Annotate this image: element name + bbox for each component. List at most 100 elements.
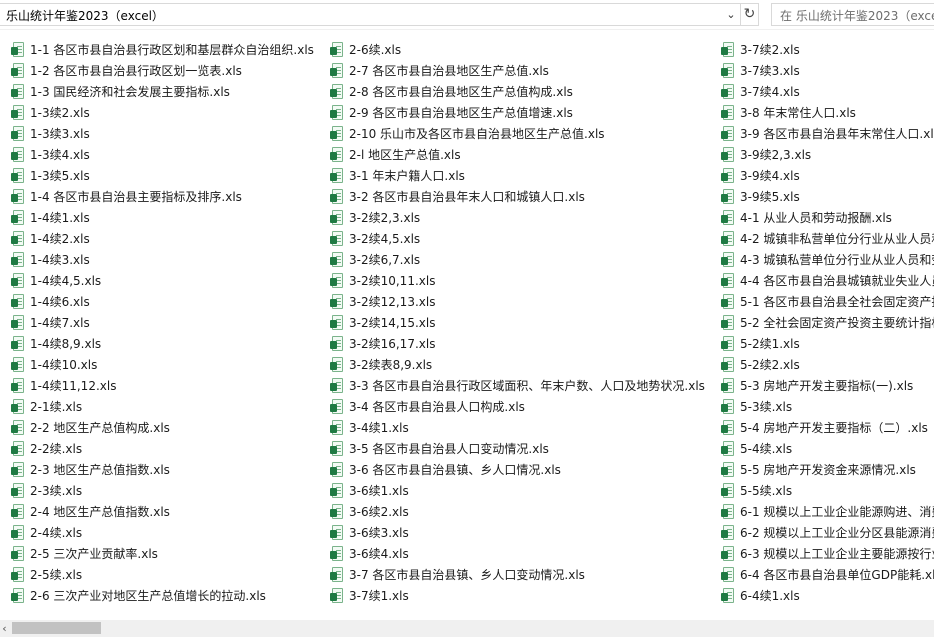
file-item[interactable]: 2-5 三次产业贡献率.xls bbox=[11, 543, 314, 564]
file-item[interactable]: 3-6续2.xls bbox=[330, 501, 705, 522]
file-item[interactable]: 3-2续10,11.xls bbox=[330, 270, 705, 291]
refresh-icon[interactable]: ↻ bbox=[741, 3, 759, 26]
file-item[interactable]: 6-4续1.xls bbox=[721, 585, 934, 606]
file-item[interactable]: 3-7 各区市县自治县镇、乡人口变动情况.xls bbox=[330, 564, 705, 585]
file-item[interactable]: 1-3 国民经济和社会发展主要指标.xls bbox=[11, 81, 314, 102]
file-item[interactable]: 3-6续4.xls bbox=[330, 543, 705, 564]
file-item[interactable]: 1-3续3.xls bbox=[11, 123, 314, 144]
scroll-thumb[interactable] bbox=[12, 622, 101, 634]
file-item[interactable]: 3-6续3.xls bbox=[330, 522, 705, 543]
file-item[interactable]: 3-2续16,17.xls bbox=[330, 333, 705, 354]
file-item[interactable]: 3-8 年末常住人口.xls bbox=[721, 102, 934, 123]
scroll-left-icon[interactable]: ‹ bbox=[0, 620, 9, 637]
search-box[interactable]: 在 乐山统计年鉴2023（excel）中搜索 bbox=[771, 3, 934, 26]
file-item[interactable]: 6-4 各区市县自治县单位GDP能耗.xls bbox=[721, 564, 934, 585]
file-item[interactable]: 2-l 地区生产总值.xls bbox=[330, 144, 705, 165]
file-item[interactable]: 6-1 规模以上工业企业能源购进、消费与库存.xls bbox=[721, 501, 934, 522]
file-item[interactable]: 3-6 各区市县自治县镇、乡人口情况.xls bbox=[330, 459, 705, 480]
file-item[interactable]: 2-10 乐山市及各区市县自治县地区生产总值.xls bbox=[330, 123, 705, 144]
file-name: 3-4 各区市县自治县人口构成.xls bbox=[349, 400, 525, 414]
file-item[interactable]: 6-3 规模以上工业企业主要能源按行业消费量.xls bbox=[721, 543, 934, 564]
file-item[interactable]: 2-4续.xls bbox=[11, 522, 314, 543]
file-item[interactable]: 3-7续4.xls bbox=[721, 81, 934, 102]
file-name: 3-2续2,3.xls bbox=[349, 211, 421, 225]
file-item[interactable]: 5-2续2.xls bbox=[721, 354, 934, 375]
file-item[interactable]: 1-4续11,12.xls bbox=[11, 375, 314, 396]
file-item[interactable]: 3-9续5.xls bbox=[721, 186, 934, 207]
address-bar[interactable]: 乐山统计年鉴2023（excel） ⌄ bbox=[0, 3, 741, 26]
excel-file-icon bbox=[721, 420, 734, 435]
file-item[interactable]: 2-6 三次产业对地区生产总值增长的拉动.xls bbox=[11, 585, 314, 606]
file-item[interactable]: 3-9续4.xls bbox=[721, 165, 934, 186]
file-item[interactable]: 5-4续.xls bbox=[721, 438, 934, 459]
file-item[interactable]: 3-2续4,5.xls bbox=[330, 228, 705, 249]
file-item[interactable]: 3-4 各区市县自治县人口构成.xls bbox=[330, 396, 705, 417]
file-item[interactable]: 2-1续.xls bbox=[11, 396, 314, 417]
chevron-down-icon[interactable]: ⌄ bbox=[723, 7, 739, 23]
excel-file-icon bbox=[330, 315, 343, 330]
file-item[interactable]: 3-9 各区市县自治县年末常住人口.xls bbox=[721, 123, 934, 144]
file-item[interactable]: 1-4续8,9.xls bbox=[11, 333, 314, 354]
file-item[interactable]: 1-3续5.xls bbox=[11, 165, 314, 186]
file-item[interactable]: 3-4续1.xls bbox=[330, 417, 705, 438]
file-item[interactable]: 1-1 各区市县自治县行政区划和基层群众自治组织.xls bbox=[11, 39, 314, 60]
file-item[interactable]: 6-2 规模以上工业企业分区县能源消费量.xls bbox=[721, 522, 934, 543]
file-name: 3-6续2.xls bbox=[349, 505, 409, 519]
file-name: 2-3续.xls bbox=[30, 484, 83, 498]
file-item[interactable]: 5-2续1.xls bbox=[721, 333, 934, 354]
file-item[interactable]: 2-4 地区生产总值指数.xls bbox=[11, 501, 314, 522]
file-item[interactable]: 1-4 各区市县自治县主要指标及排序.xls bbox=[11, 186, 314, 207]
horizontal-scrollbar[interactable]: ‹ bbox=[0, 620, 934, 637]
file-item[interactable]: 3-5 各区市县自治县人口变动情况.xls bbox=[330, 438, 705, 459]
file-item[interactable]: 3-2续2,3.xls bbox=[330, 207, 705, 228]
file-item[interactable]: 2-2 地区生产总值构成.xls bbox=[11, 417, 314, 438]
excel-file-icon bbox=[11, 84, 24, 99]
file-item[interactable]: 4-1 从业人员和劳动报酬.xls bbox=[721, 207, 934, 228]
file-item[interactable]: 5-2 全社会固定资产投资主要统计指标.xls bbox=[721, 312, 934, 333]
file-item[interactable]: 2-5续.xls bbox=[11, 564, 314, 585]
file-item[interactable]: 1-3续4.xls bbox=[11, 144, 314, 165]
file-item[interactable]: 4-4 各区市县自治县城镇就业失业人员情况.xls bbox=[721, 270, 934, 291]
excel-file-icon bbox=[11, 273, 24, 288]
file-item[interactable]: 5-3 房地产开发主要指标(一).xls bbox=[721, 375, 934, 396]
file-item[interactable]: 1-4续3.xls bbox=[11, 249, 314, 270]
file-item[interactable]: 5-3续.xls bbox=[721, 396, 934, 417]
file-item[interactable]: 2-8 各区市县自治县地区生产总值构成.xls bbox=[330, 81, 705, 102]
file-item[interactable]: 5-5续.xls bbox=[721, 480, 934, 501]
file-item[interactable]: 3-6续1.xls bbox=[330, 480, 705, 501]
file-item[interactable]: 2-3续.xls bbox=[11, 480, 314, 501]
file-item[interactable]: 3-9续2,3.xls bbox=[721, 144, 934, 165]
file-item[interactable]: 3-3 各区市县自治县行政区域面积、年末户数、人口及地势状况.xls bbox=[330, 375, 705, 396]
file-item[interactable]: 4-2 城镇非私营单位分行业从业人员和劳动报酬.xls bbox=[721, 228, 934, 249]
file-item[interactable]: 5-1 各区市县自治县全社会固定资产投资.xls bbox=[721, 291, 934, 312]
file-item[interactable]: 2-9 各区市县自治县地区生产总值增速.xls bbox=[330, 102, 705, 123]
file-item[interactable]: 3-7续2.xls bbox=[721, 39, 934, 60]
file-item[interactable]: 5-5 房地产开发资金来源情况.xls bbox=[721, 459, 934, 480]
file-item[interactable]: 1-4续4,5.xls bbox=[11, 270, 314, 291]
file-item[interactable]: 1-4续6.xls bbox=[11, 291, 314, 312]
file-item[interactable]: 3-2续表8,9.xls bbox=[330, 354, 705, 375]
file-name: 3-2续6,7.xls bbox=[349, 253, 421, 267]
file-item[interactable]: 4-3 城镇私营单位分行业从业人员和劳动报酬.xls bbox=[721, 249, 934, 270]
file-item[interactable]: 1-4续2.xls bbox=[11, 228, 314, 249]
file-item[interactable]: 3-2续12,13.xls bbox=[330, 291, 705, 312]
file-name: 5-5 房地产开发资金来源情况.xls bbox=[740, 463, 916, 477]
file-item[interactable]: 2-6续.xls bbox=[330, 39, 705, 60]
file-name: 5-3续.xls bbox=[740, 400, 793, 414]
file-item[interactable]: 1-4续7.xls bbox=[11, 312, 314, 333]
file-item[interactable]: 1-4续10.xls bbox=[11, 354, 314, 375]
file-item[interactable]: 3-2续14,15.xls bbox=[330, 312, 705, 333]
file-item[interactable]: 2-2续.xls bbox=[11, 438, 314, 459]
file-item[interactable]: 3-2 各区市县自治县年末人口和城镇人口.xls bbox=[330, 186, 705, 207]
file-item[interactable]: 1-2 各区市县自治县行政区划一览表.xls bbox=[11, 60, 314, 81]
file-item[interactable]: 2-7 各区市县自治县地区生产总值.xls bbox=[330, 60, 705, 81]
file-item[interactable]: 1-3续2.xls bbox=[11, 102, 314, 123]
file-item[interactable]: 1-4续1.xls bbox=[11, 207, 314, 228]
file-name: 3-6 各区市县自治县镇、乡人口情况.xls bbox=[349, 463, 561, 477]
file-item[interactable]: 3-7续3.xls bbox=[721, 60, 934, 81]
file-item[interactable]: 3-2续6,7.xls bbox=[330, 249, 705, 270]
file-item[interactable]: 2-3 地区生产总值指数.xls bbox=[11, 459, 314, 480]
file-item[interactable]: 5-4 房地产开发主要指标（二）.xls bbox=[721, 417, 934, 438]
file-item[interactable]: 3-1 年末户籍人口.xls bbox=[330, 165, 705, 186]
file-item[interactable]: 3-7续1.xls bbox=[330, 585, 705, 606]
